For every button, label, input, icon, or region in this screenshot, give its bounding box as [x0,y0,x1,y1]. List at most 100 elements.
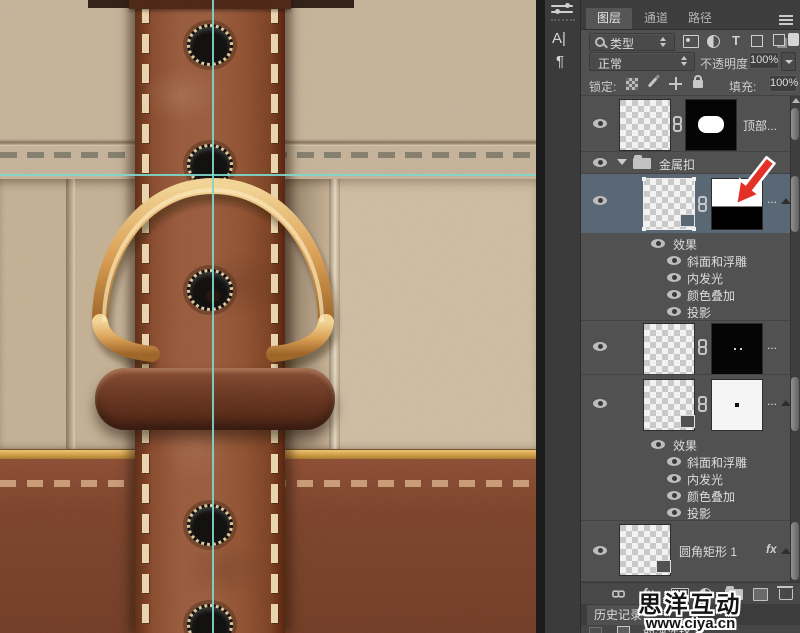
mask-link-icon[interactable] [673,116,682,132]
scrollbar-thumb[interactable] [791,377,799,431]
filter-adjustment-icon[interactable] [707,35,720,48]
scrollbar-thumb[interactable] [791,176,799,232]
tab-paths[interactable]: 路径 [678,8,722,29]
lock-transparency-icon[interactable] [625,77,639,91]
layer-mask-thumbnail[interactable] [711,379,763,431]
divider [581,320,790,321]
scrollbar-thumb[interactable] [791,522,799,580]
layer-name[interactable]: 顶部... [743,117,777,134]
effects-visibility-eye[interactable] [651,440,665,449]
effect-drop-shadow[interactable]: 投影 [687,304,711,321]
paragraph-panel-icon[interactable]: ¶ [556,53,564,70]
layers-panel: 图层 通道 路径 类型 T 正常 不透明度: 100% 锁定: 填充: [581,0,800,633]
watermark-line1: 思洋互动 [588,593,793,616]
watermark-line2: www.ciya.cn [588,616,793,631]
scrollbar-track[interactable] [790,96,800,582]
effects-header[interactable]: 效果 [673,437,697,454]
mask-dot [740,348,742,350]
effect-bevel-emboss[interactable]: 斜面和浮雕 [687,454,747,471]
dock-sliders-icon[interactable] [551,3,575,15]
filter-type-icon[interactable]: T [732,33,740,48]
filter-smart-object-icon[interactable] [773,34,785,46]
watermark: 思洋互动 www.ciya.cn [588,593,793,631]
mask-shape [698,116,724,133]
effect-eye[interactable] [667,307,681,316]
filter-pixel-layers-icon[interactable] [683,35,699,48]
effect-eye[interactable] [667,474,681,483]
effect-color-overlay[interactable]: 颜色叠加 [687,488,735,505]
effects-header[interactable]: 效果 [673,236,697,253]
layer-visibility-eye[interactable] [593,546,607,555]
divider [581,520,790,521]
blend-mode-value: 正常 [598,55,622,72]
layer-mask-thumbnail[interactable] [711,323,763,375]
vector-mask-badge [656,560,671,573]
document-canvas[interactable] [0,0,536,633]
horizontal-guide [0,174,536,176]
opacity-dropdown-arrow[interactable] [781,52,796,71]
layer-visibility-eye[interactable] [593,399,607,408]
scrollbar-thumb[interactable] [791,108,799,140]
tab-layers[interactable]: 图层 [586,8,632,29]
panel-tab-bar: 图层 通道 路径 [581,8,800,30]
lock-pixels-icon[interactable] [648,77,658,87]
effect-eye[interactable] [667,491,681,500]
divider [581,374,790,375]
scrollbar-up-arrow[interactable] [792,98,800,103]
fabric-noise-texture [0,0,536,633]
layer-visibility-eye[interactable] [593,196,607,205]
group-folder-icon [633,158,651,169]
mask-link-icon[interactable] [698,396,707,412]
search-icon [595,37,605,47]
layer-visibility-eye[interactable] [593,119,607,128]
filter-kind-label: 类型 [610,35,634,52]
layer-fx-badge[interactable]: fx [766,542,777,556]
vector-mask-badge [680,214,695,227]
mask-dot [734,348,736,350]
layer-name[interactable]: 圆角矩形 1 [679,543,737,560]
layer-thumbnail[interactable] [643,323,695,375]
character-panel-icon[interactable]: A| [552,30,566,47]
mask-link-icon[interactable] [698,339,707,355]
layer-thumbnail[interactable] [619,99,671,151]
effect-eye[interactable] [667,508,681,517]
group-name[interactable]: 金属扣 [659,156,695,173]
panel-menu-icon[interactable] [779,14,793,24]
fill-label: 填充: [729,78,756,95]
effect-inner-glow[interactable]: 内发光 [687,471,723,488]
fill-value[interactable]: 100% [769,75,797,92]
group-visibility-eye[interactable] [593,158,607,167]
effect-eye[interactable] [667,256,681,265]
effect-bevel-emboss[interactable]: 斜面和浮雕 [687,253,747,270]
truncated-label: ... [767,394,777,408]
group-expand-arrow[interactable] [617,159,627,165]
opacity-value[interactable]: 100% [749,52,779,69]
vector-mask-badge [680,415,695,428]
effects-visibility-eye[interactable] [651,239,665,248]
opacity-label: 不透明度: [700,55,751,72]
divider [581,151,790,152]
mask-dot [735,403,739,407]
effect-eye[interactable] [667,290,681,299]
vertical-guide [212,0,214,633]
dock-drag-handle[interactable] [551,19,575,21]
effect-eye[interactable] [667,457,681,466]
lock-position-icon[interactable] [669,77,682,90]
pasteboard-gap [536,0,545,633]
filter-shape-icon[interactable] [751,35,763,47]
panel-top-strip [581,0,800,8]
effect-inner-glow[interactable]: 内发光 [687,270,723,287]
filter-kind-dropdown[interactable]: 类型 [589,33,675,51]
lock-label: 锁定: [589,78,616,95]
blend-mode-dropdown[interactable]: 正常 [589,52,695,71]
effect-color-overlay[interactable]: 颜色叠加 [687,287,735,304]
layer-mask-thumbnail[interactable] [685,99,737,151]
effect-eye[interactable] [667,273,681,282]
tab-channels[interactable]: 通道 [634,8,678,29]
lock-all-icon[interactable] [693,80,703,88]
layer-visibility-eye[interactable] [593,342,607,351]
red-annotation-arrow [718,156,782,218]
truncated-label: ... [767,338,777,352]
mask-link-icon[interactable] [698,196,707,212]
filter-toggle-button[interactable] [788,33,799,46]
